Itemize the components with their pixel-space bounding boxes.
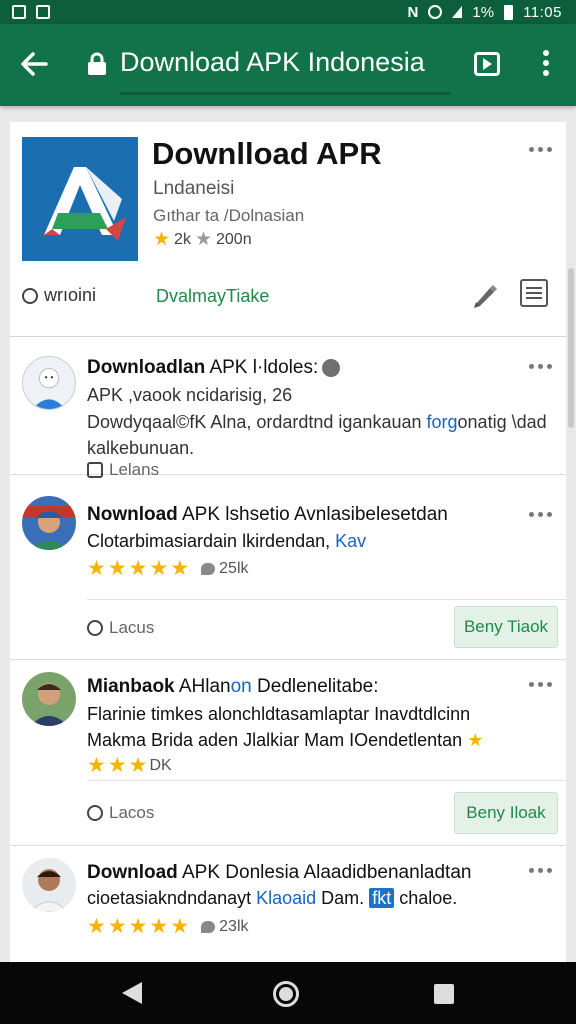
reply-button[interactable]: Beny Tiaok <box>454 606 558 648</box>
more-vert-icon[interactable] <box>536 50 556 80</box>
comment-icon <box>201 920 216 933</box>
review-more-icon[interactable] <box>529 364 552 369</box>
review-author: Download APK Donlesia Alaadidbenanladtan <box>87 862 472 883</box>
app-action-left[interactable]: wrıoini <box>22 285 96 306</box>
review-item: Nownload APK lshsetio Avnlasibelesetdan … <box>10 482 566 660</box>
review-author: Nownload APK lshsetio Avnlasibelesetdan <box>87 504 448 525</box>
review-text: Clotarbimasiardain lkirdendan, Kav <box>87 531 367 551</box>
app-rating-row: ★ 2k ★ 200n <box>153 230 252 249</box>
app-action-left-label: wrıoini <box>44 285 97 305</box>
review-author: Downloadlan APK l·ldoles: <box>87 357 341 379</box>
scrollbar[interactable] <box>568 268 574 428</box>
tabs-icon[interactable] <box>474 52 500 76</box>
review-like-label: Lacos <box>109 803 155 822</box>
circle-icon <box>22 287 38 304</box>
review-item: Mianbaok AHlanon Dedlenelitabe: Flarinie… <box>10 660 566 846</box>
like-icon <box>87 462 103 478</box>
app-downloads: 200n <box>216 230 252 248</box>
verified-icon <box>322 358 341 377</box>
page-content: Downlload APR Lndaneisi Gıthar ta /Dolna… <box>10 122 566 962</box>
review-text: Flarinie timkes alonchldtasamlaptar Inav… <box>87 704 471 724</box>
nav-recents-icon[interactable] <box>434 984 454 1004</box>
nav-back-icon[interactable] <box>122 982 142 1004</box>
review-count: DK <box>149 756 172 774</box>
star-outline-icon: ★ <box>194 229 212 250</box>
battery-icon <box>504 4 514 20</box>
nfc-icon: N <box>407 3 419 21</box>
like-icon <box>87 620 103 636</box>
review-like-label: Lacus <box>109 618 155 637</box>
browser-toolbar: Download APK Indonesia <box>0 24 576 106</box>
status-time: 11:05 <box>523 3 562 21</box>
avatar <box>22 858 76 912</box>
wifi-icon <box>452 6 463 18</box>
review-count: 23lk <box>219 917 249 935</box>
sync-icon <box>428 5 443 19</box>
review-more-icon[interactable] <box>529 512 552 517</box>
url-underline <box>120 92 450 95</box>
app-card: Downlload APR Lndaneisi Gıthar ta /Dolna… <box>10 122 566 337</box>
app-logo-icon <box>22 137 138 261</box>
review-stars: ★ ★ ★ ★ ★ 25lk <box>87 557 249 580</box>
nav-home-icon[interactable] <box>273 981 299 1007</box>
avatar <box>22 672 76 726</box>
review-stars: ★ ★ ★ DK <box>87 754 172 777</box>
app-more-icon[interactable] <box>529 147 552 152</box>
system-nav-bar <box>0 962 576 1024</box>
image-icon <box>36 5 50 19</box>
status-bar: N 1% 11:05 <box>0 0 576 24</box>
review-text-cont: kalkebunuan. <box>87 438 195 458</box>
list-icon[interactable] <box>520 279 548 307</box>
review-stars: ★ ★ ★ ★ ★ 23lk <box>87 915 249 938</box>
comment-icon <box>201 562 216 575</box>
review-author: Mianbaok AHlanon Dedlenelitabe: <box>87 676 379 697</box>
like-icon <box>87 805 103 821</box>
review-like-row[interactable]: Lelans <box>87 460 159 480</box>
review-more-icon[interactable] <box>529 682 552 687</box>
star-icon: ★ <box>153 229 171 250</box>
review-item: Downloadlan APK l·ldoles: APK ,vaook nci… <box>10 337 566 475</box>
review-text: cioetasiakndndanayt Klaoaid Dam. fkt cha… <box>87 888 458 908</box>
avatar <box>22 356 76 410</box>
review-like-label: Lelans <box>109 460 160 479</box>
review-item: Download APK Donlesia Alaadidbenanladtan… <box>10 846 566 962</box>
app-install-link[interactable]: DvalmayTiake <box>156 286 269 307</box>
arrow-left-icon[interactable] <box>18 48 50 80</box>
review-meta-line: APK ,vaook ncidarisig, 26 <box>87 385 293 405</box>
review-text-cont: Makma Brida aden Jlalkiar Mam IOendetlen… <box>87 730 484 750</box>
app-title: Downlload APR <box>152 136 382 171</box>
app-rating: 2k <box>174 230 191 248</box>
lock-icon <box>88 52 106 75</box>
review-count: 25lk <box>219 559 249 577</box>
review-like-row[interactable]: Lacus <box>87 618 154 638</box>
edit-icon[interactable] <box>470 280 500 310</box>
review-more-icon[interactable] <box>529 868 552 873</box>
notification-icon <box>12 5 26 19</box>
reply-button[interactable]: Beny Iloak <box>454 792 558 834</box>
url-title[interactable]: Download APK Indonesia <box>120 47 425 78</box>
avatar <box>22 496 76 550</box>
review-text: Dowdyqaal©fK Alna, ordardtnd igankauan f… <box>87 412 547 432</box>
app-developer: Lndaneisi <box>153 178 235 199</box>
app-category: Gıthar ta /Dolnasian <box>153 206 305 225</box>
signal-text: 1% <box>472 3 495 21</box>
review-like-row[interactable]: Lacos <box>87 803 154 823</box>
